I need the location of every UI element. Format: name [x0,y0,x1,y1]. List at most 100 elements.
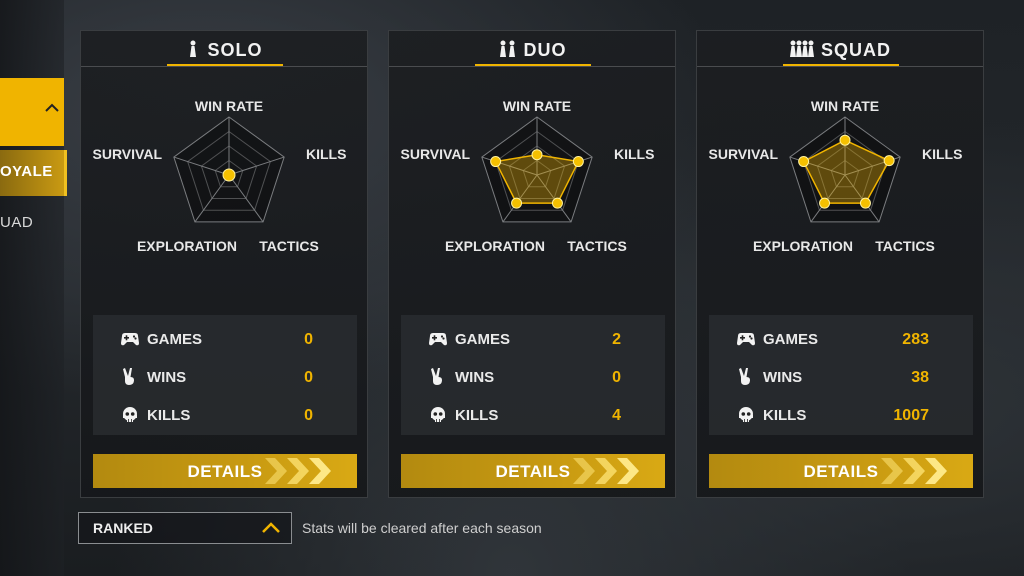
victory-hand-icon [739,368,750,385]
gamepad-icon [737,333,755,346]
stat-row-games: GAMES 2 [401,325,665,355]
stat-row-wins: WINS 38 [709,363,973,393]
radar-value-point [531,149,543,161]
radar-svg: WIN RATE KILLS TACTICS EXPLORATION SURVIVAL [93,98,347,254]
mode-title-label: SQUAD [820,40,891,60]
radar-axis-label-bottom-right: TACTICS [259,238,319,254]
chevrons-right-icon [881,458,947,484]
radar-axis-label-right: KILLS [306,146,346,162]
stat-row-kills: KILLS 0 [93,401,357,431]
chevron-up-icon [45,103,59,112]
stats-box: GAMES 283 WINS 38 KILLS 1007 [709,315,973,435]
details-button[interactable]: DETAILS [93,454,357,488]
duo-figures-icon [499,40,515,57]
stat-value: 2 [612,331,621,348]
stat-value: 283 [902,331,929,348]
sidebar-item-label: OYALE [0,163,53,180]
stat-value: 0 [612,369,621,386]
stat-row-kills: KILLS 4 [401,401,665,431]
radar-axis-label-bottom-left: EXPLORATION [753,238,853,254]
ranked-dropdown[interactable]: RANKED [78,512,292,544]
stat-label: KILLS [763,407,807,424]
stats-box: GAMES 0 WINS 0 KILLS 0 [93,315,357,435]
chevrons-right-icon [573,458,639,484]
stats-box: GAMES 2 WINS 0 KILLS 4 [401,315,665,435]
stat-label: KILLS [147,407,191,424]
sidebar-item-battle-royale[interactable]: OYALE [0,150,67,196]
chevron-up-icon [262,522,280,533]
radar-axis-label-left: SURVIVAL [93,146,163,162]
radar-value-point [819,197,831,209]
stat-row-wins: WINS 0 [93,363,357,393]
stat-value: 4 [612,407,621,424]
skull-icon [739,407,753,422]
stat-label: WINS [763,369,803,386]
stat-row-games: GAMES 283 [709,325,973,355]
stat-label: KILLS [455,407,499,424]
stats-panel-solo: SOLO WIN RATE KILLS TACTICS EXPLORATION SURVI… [80,30,368,498]
details-button[interactable]: DETAILS [709,454,973,488]
radar-chart: WIN RATE KILLS TACTICS EXPLORATION SURVIVAL [81,71,369,311]
radar-chart: WIN RATE KILLS TACTICS EXPLORATION SURVIVAL [389,71,677,311]
mode-title: DUO [389,40,675,61]
stats-panel-squad: SQUAD WIN RATE KILLS TACTICS EXPLORATION SURV… [696,30,984,498]
gamepad-icon [121,333,139,346]
radar-axis-label-top: WIN RATE [195,98,263,114]
details-button[interactable]: DETAILS [401,454,665,488]
radar-axis-label-bottom-right: TACTICS [875,238,935,254]
radar-axis-label-top: WIN RATE [811,98,879,114]
mode-title-label: DUO [523,40,567,60]
stat-row-kills: KILLS 1007 [709,401,973,431]
gamepad-icon [429,333,447,346]
radar-axis-label-left: SURVIVAL [709,146,779,162]
radar-axis-label-bottom-left: EXPLORATION [137,238,237,254]
stat-row-wins: WINS 0 [401,363,665,393]
stat-value: 0 [304,369,313,386]
mode-title: SQUAD [697,40,983,61]
radar-axis-label-left: SURVIVAL [401,146,471,162]
stat-label: WINS [147,369,187,386]
stat-value: 0 [304,407,313,424]
radar-axis-label-bottom-left: EXPLORATION [445,238,545,254]
header-divider [81,66,367,67]
victory-hand-icon [431,368,442,385]
stat-value: 1007 [893,407,929,424]
ranked-dropdown-label: RANKED [93,520,153,536]
radar-value-point [839,134,851,146]
radar-value-point [883,155,895,167]
squad-figures-icon [789,40,814,57]
victory-hand-icon [123,368,134,385]
stat-value: 0 [304,331,313,348]
radar-axis-label-bottom-right: TACTICS [567,238,627,254]
radar-chart: WIN RATE KILLS TACTICS EXPLORATION SURVIVAL [697,71,985,311]
radar-value-point [551,197,563,209]
radar-value-point [490,156,502,168]
radar-svg: WIN RATE KILLS TACTICS EXPLORATION SURVIVAL [401,98,655,254]
radar-axis-label-right: KILLS [614,146,654,162]
chevrons-right-icon [265,458,331,484]
panel-header: SQUAD [697,31,983,69]
radar-value-point [222,168,236,182]
radar-svg: WIN RATE KILLS TACTICS EXPLORATION SURVIVAL [709,98,963,254]
skull-icon [123,407,137,422]
radar-value-point [798,156,810,168]
radar-axis-label-top: WIN RATE [503,98,571,114]
skull-icon [431,407,445,422]
sidebar-item-clash-squad[interactable]: UAD [0,200,64,246]
sidebar-category-toggle[interactable] [0,78,64,146]
stat-label: GAMES [147,331,203,348]
header-divider [697,66,983,67]
season-reset-note: Stats will be cleared after each season [302,520,542,536]
sidebar-item-label: UAD [0,214,34,231]
panel-header: DUO [389,31,675,69]
panel-header: SOLO [81,31,367,69]
stat-label: WINS [455,369,495,386]
stats-panel-duo: DUO WIN RATE KILLS TACTICS EXPLORATION SURVIV… [388,30,676,498]
radar-axis-label-right: KILLS [922,146,962,162]
mode-title-label: SOLO [207,40,263,60]
radar-value-point [572,156,584,168]
header-divider [389,66,675,67]
radar-value-point [859,197,871,209]
radar-value-point [511,197,523,209]
stat-row-games: GAMES 0 [93,325,357,355]
